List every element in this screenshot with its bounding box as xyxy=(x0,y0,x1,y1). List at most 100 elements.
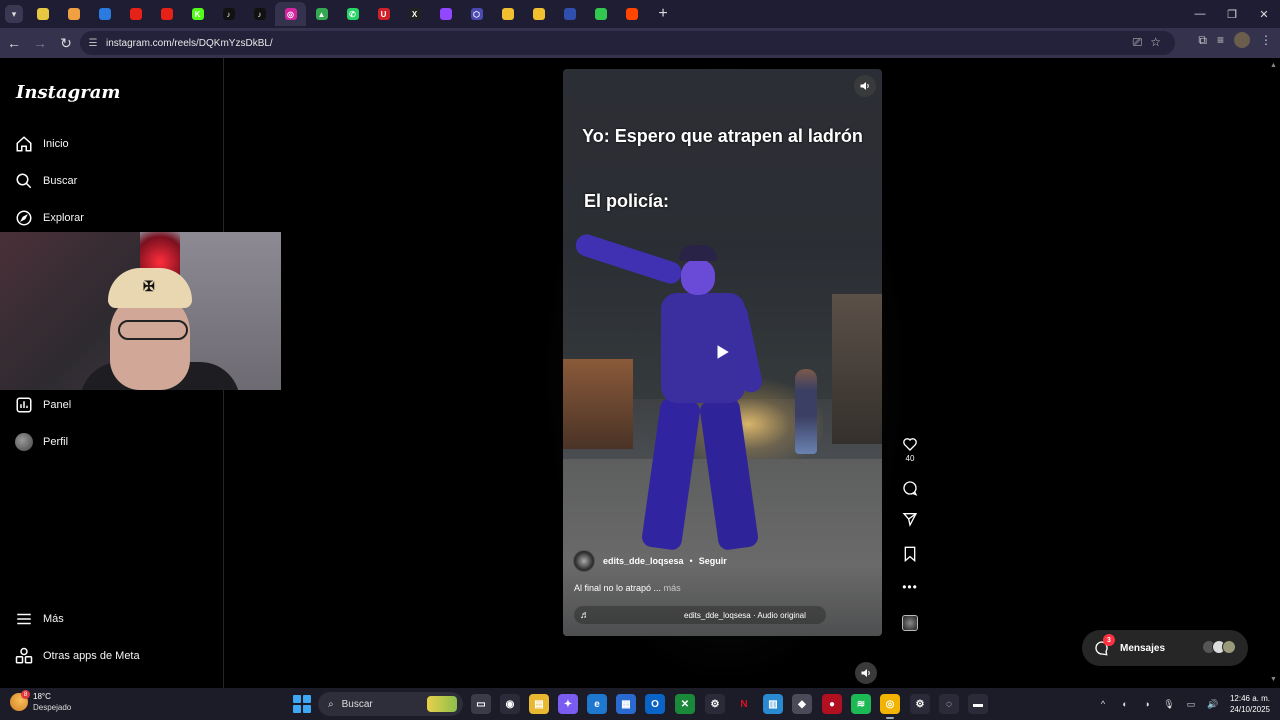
reload-button[interactable]: ↻ xyxy=(54,31,78,55)
back-button[interactable]: ← xyxy=(2,31,26,55)
browser-tab[interactable]: ✆ xyxy=(337,2,368,26)
network-icon[interactable]: ▭ xyxy=(1184,697,1198,711)
xbox-icon[interactable]: ✕ xyxy=(675,694,695,714)
bookmark-star-icon[interactable]: ☆ xyxy=(1150,35,1161,50)
more-options-button[interactable]: ••• xyxy=(898,580,922,594)
weather-moon-icon: 8 xyxy=(10,690,30,711)
volume-icon[interactable]: 🔊 xyxy=(1206,697,1220,711)
taskbar-search[interactable]: ⌕ Buscar xyxy=(318,692,463,716)
like-button[interactable]: 40 xyxy=(898,436,922,463)
browser-tab[interactable]: X xyxy=(399,2,430,26)
nav-meta-apps[interactable]: Otras apps de Meta xyxy=(14,644,140,668)
reel-caption: Al final no lo atrapó ... más xyxy=(574,583,681,593)
audio-thumbnail-button[interactable] xyxy=(898,615,922,631)
browser-tab[interactable]: ♪ xyxy=(244,2,275,26)
extensions-icon[interactable]: ⧉ xyxy=(1198,33,1207,48)
reel-play-button[interactable] xyxy=(709,339,735,365)
scroll-down-icon[interactable]: ▼ xyxy=(1270,676,1278,684)
next-reel-mute-button[interactable] xyxy=(855,662,877,684)
discord-icon[interactable]: ◉ xyxy=(500,694,520,714)
browser-tab[interactable] xyxy=(523,2,554,26)
start-button[interactable] xyxy=(293,695,311,713)
obs-icon[interactable]: ◌ xyxy=(939,694,959,714)
browser-tab[interactable]: ⬡ xyxy=(461,2,492,26)
nav-more[interactable]: Más xyxy=(14,607,64,631)
close-icon[interactable]: ✕ xyxy=(1248,0,1280,28)
task-view-icon[interactable]: ▭ xyxy=(471,694,491,714)
spotify-icon[interactable]: ≋ xyxy=(851,694,871,714)
url-text[interactable]: instagram.com/reels/DQKmYzsDkBL/ xyxy=(106,38,273,49)
microphone-icon[interactable]: 🎙 xyxy=(1162,697,1176,711)
chevron-up-icon[interactable]: ^ xyxy=(1096,697,1110,711)
browser-tab[interactable]: ◎ xyxy=(275,2,306,26)
file-explorer-icon[interactable]: ▤ xyxy=(529,694,549,714)
nav-home[interactable]: Inicio xyxy=(14,132,69,156)
restore-icon[interactable]: ❐ xyxy=(1216,0,1248,28)
instagram-logo[interactable]: Instagram xyxy=(16,82,120,103)
nav-explore[interactable]: Explorar xyxy=(14,206,84,230)
character-icon xyxy=(501,8,514,20)
reading-list-icon[interactable]: ≡ xyxy=(1217,33,1224,47)
browser-tab[interactable] xyxy=(616,2,647,26)
save-button[interactable] xyxy=(898,546,922,562)
settings-icon[interactable]: ⚙ xyxy=(705,694,725,714)
browser-tab[interactable]: K xyxy=(182,2,213,26)
scroll-up-icon[interactable]: ▲ xyxy=(1270,62,1278,70)
site-info-icon[interactable]: ☰ xyxy=(86,36,100,50)
recorder-icon[interactable]: ● xyxy=(822,694,842,714)
windows-logo-tile xyxy=(303,705,311,713)
notepad-icon[interactable]: ▥ xyxy=(763,694,783,714)
spreadsheet-icon xyxy=(36,8,49,20)
weather-widget[interactable]: 8 18°C Despejado xyxy=(10,690,71,713)
page-scrollbar[interactable]: ▲ ▼ xyxy=(1268,58,1280,688)
browser-tab[interactable] xyxy=(58,2,89,26)
nav-profile[interactable]: Perfil xyxy=(14,430,68,454)
browser-tab[interactable]: ▲ xyxy=(306,2,337,26)
reel-audio-text[interactable]: edits_dde_loqsesa · Audio original xyxy=(684,611,806,620)
browser-tab[interactable]: ♪ xyxy=(213,2,244,26)
messages-button[interactable]: 3 Mensajes xyxy=(1082,630,1248,666)
browser-tab[interactable] xyxy=(492,2,523,26)
browser-tab[interactable] xyxy=(151,2,182,26)
caption-more-link[interactable]: más xyxy=(664,583,681,593)
browser-tab[interactable] xyxy=(27,2,58,26)
minimize-icon[interactable]: — xyxy=(1184,0,1216,28)
reel-author-avatar[interactable] xyxy=(573,550,595,572)
tray-app-icon[interactable]: ◐ xyxy=(1118,697,1132,711)
follow-button[interactable]: Seguir xyxy=(699,556,727,566)
terminal-icon[interactable]: ▬ xyxy=(968,694,988,714)
steam-icon[interactable]: ⚙ xyxy=(910,694,930,714)
reel-author-username[interactable]: edits_dde_loqsesa xyxy=(603,556,684,566)
address-bar[interactable]: ☰ instagram.com/reels/DQKmYzsDkBL/ ⎚ ☆ xyxy=(80,31,1175,55)
nav-search[interactable]: Buscar xyxy=(14,169,77,193)
cast-icon[interactable]: ⎚ xyxy=(1133,35,1143,50)
browser-tab[interactable] xyxy=(554,2,585,26)
menu-icon[interactable]: ⋮ xyxy=(1260,33,1272,47)
chrome-icon[interactable]: ◎ xyxy=(880,694,900,719)
hamburger-icon xyxy=(14,609,34,629)
comment-button[interactable] xyxy=(898,480,922,496)
music-note-icon: ♬ xyxy=(580,609,590,621)
reel-audio-bar[interactable]: ♬ edits_dde_loqsesa · Audio original xyxy=(574,606,826,624)
reel-video[interactable]: Yo: Espero que atrapen al ladrón El poli… xyxy=(563,69,882,636)
netflix-icon[interactable]: N xyxy=(734,694,754,714)
browser-tab[interactable] xyxy=(89,2,120,26)
profile-avatar[interactable] xyxy=(1234,32,1250,48)
nav-dashboard[interactable]: Panel xyxy=(14,393,71,417)
reel-mute-button[interactable] xyxy=(854,75,876,97)
copilot-icon[interactable]: ✦ xyxy=(558,694,578,714)
share-button[interactable] xyxy=(898,511,922,527)
tab-search-button[interactable]: ▾ xyxy=(5,5,23,23)
browser-tab[interactable] xyxy=(585,2,616,26)
app-icon[interactable]: ◆ xyxy=(792,694,812,714)
tray-app-icon[interactable]: ◑ xyxy=(1140,697,1154,711)
edge-icon[interactable]: e xyxy=(587,694,607,714)
outlook-icon[interactable]: O xyxy=(645,694,665,714)
forward-button[interactable]: → xyxy=(28,31,52,55)
browser-tab[interactable] xyxy=(120,2,151,26)
browser-tab[interactable] xyxy=(430,2,461,26)
store-icon[interactable]: ▦ xyxy=(616,694,636,714)
clock[interactable]: 12:46 a. m. 24/10/2025 xyxy=(1230,693,1270,715)
browser-tab[interactable]: U xyxy=(368,2,399,26)
new-tab-button[interactable]: + xyxy=(653,5,673,23)
